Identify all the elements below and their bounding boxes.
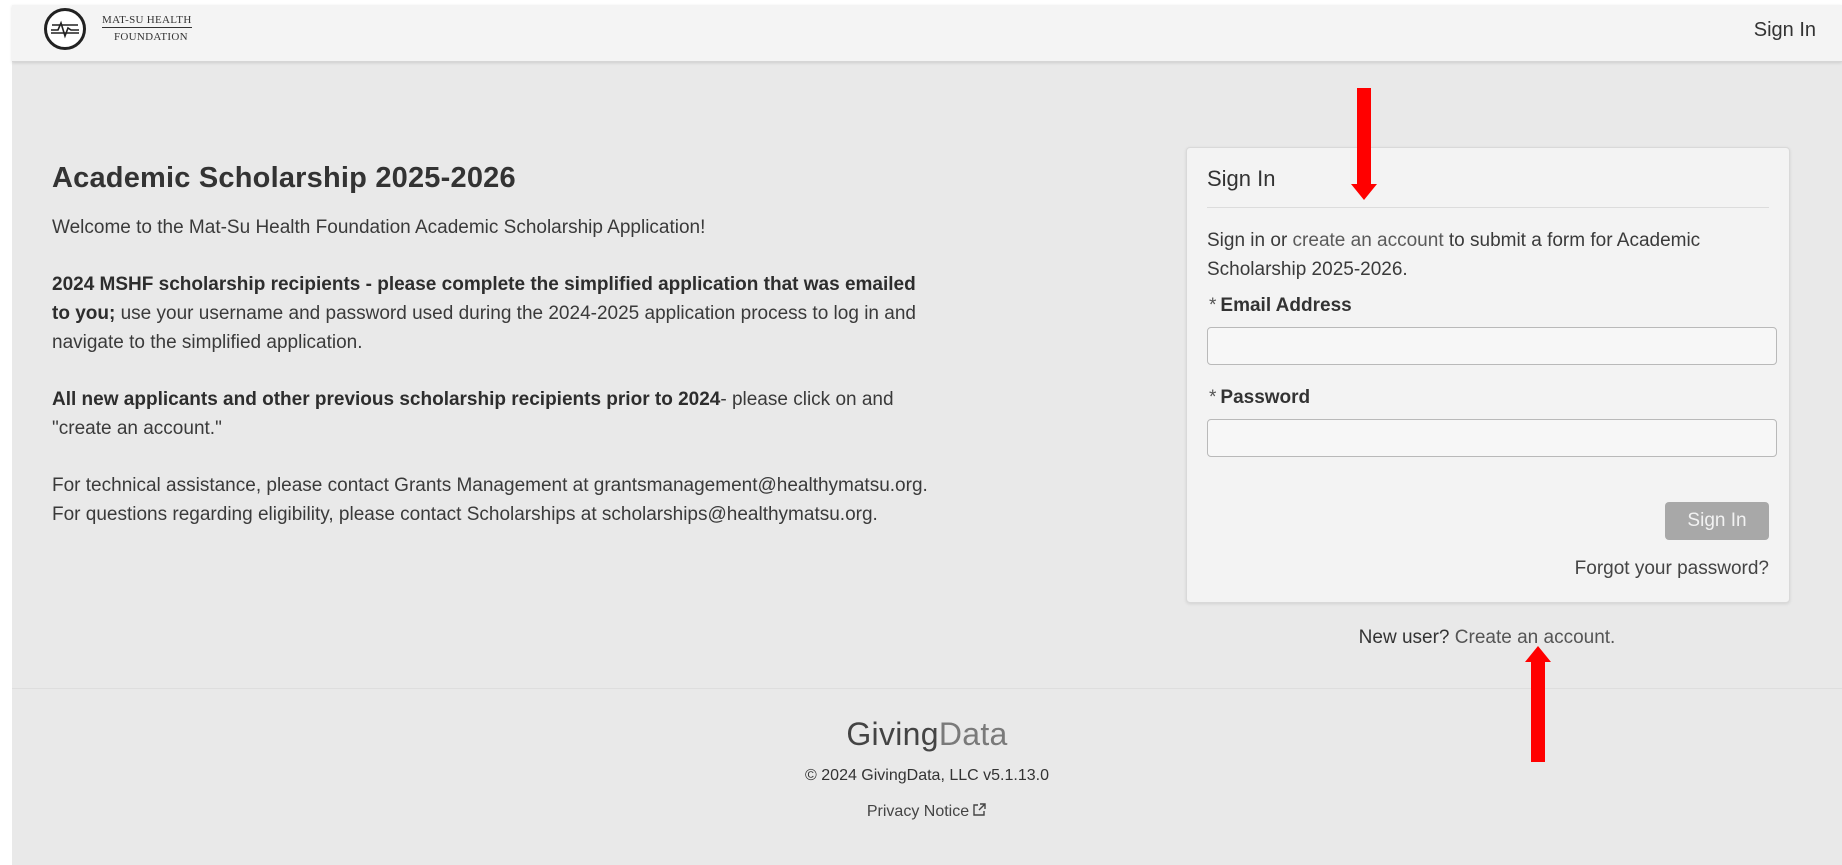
new-applicants-bold: All new applicants and other previous sc… <box>52 389 721 410</box>
logo-data-text: Data <box>938 716 1008 752</box>
welcome-text: Welcome to the Mat-Su Health Foundation … <box>52 217 706 238</box>
sign-in-card-title: Sign In <box>1207 166 1276 191</box>
password-field[interactable] <box>1207 419 1777 457</box>
password-label: * Password <box>1209 387 1310 409</box>
returning-recipients-paragraph: 2024 MSHF scholarship recipients - pleas… <box>52 270 932 357</box>
logo-text-line1: MAT-SU HEALTH <box>102 14 192 28</box>
mat-su-health-foundation-logo[interactable]: MAT-SU HEALTH FOUNDATION <box>44 8 214 56</box>
annotation-arrow-up-icon <box>1525 646 1551 762</box>
footer-copyright: © 2024 GivingData, LLC v5.1.13.0 <box>805 767 1049 784</box>
logo-text-line2: FOUNDATION <box>114 31 188 43</box>
footer-divider <box>12 688 1842 689</box>
sign-in-instructions: Sign in or create an account to submit a… <box>1207 226 1777 284</box>
intro-section: Academic Scholarship 2025-2026 Welcome t… <box>52 162 932 529</box>
instructions-prefix: Sign in or <box>1207 230 1293 251</box>
new-user-prefix: New user? <box>1358 627 1455 648</box>
card-divider <box>1207 207 1769 208</box>
assistance-paragraph: For technical assistance, please contact… <box>52 475 928 525</box>
page-frame: MAT-SU HEALTH FOUNDATION Sign In Academi… <box>12 5 1842 865</box>
new-applicants-paragraph: All new applicants and other previous sc… <box>52 385 932 443</box>
create-account-link[interactable]: Create an account. <box>1455 627 1616 648</box>
email-field[interactable] <box>1207 327 1777 365</box>
password-label-text: Password <box>1220 387 1311 408</box>
create-account-inline-link[interactable]: create an account <box>1293 230 1444 251</box>
sign-in-card: Sign In Sign in or create an account to … <box>1186 147 1790 603</box>
top-header: MAT-SU HEALTH FOUNDATION Sign In <box>12 5 1842 62</box>
sign-in-button[interactable]: Sign In <box>1665 502 1769 540</box>
returning-recipients-rest: use your username and password used duri… <box>52 303 916 353</box>
required-marker: * <box>1209 295 1217 316</box>
external-link-icon <box>973 803 986 816</box>
new-user-line: New user? Create an account. <box>1187 627 1787 649</box>
givingdata-logo[interactable]: GivingData <box>12 716 1842 753</box>
privacy-notice-text[interactable]: Privacy Notice <box>867 803 969 820</box>
email-label: * Email Address <box>1209 295 1352 317</box>
header-sign-in-link[interactable]: Sign In <box>1754 19 1816 42</box>
forgot-password-link[interactable]: Forgot your password? <box>1575 558 1769 580</box>
required-marker: * <box>1209 387 1217 408</box>
annotation-arrow-down-icon <box>1351 88 1377 200</box>
email-label-text: Email Address <box>1220 295 1352 316</box>
page-title: Academic Scholarship 2025-2026 <box>52 162 516 194</box>
logo-circle-icon <box>44 8 86 50</box>
privacy-notice-link[interactable]: Privacy Notice <box>12 802 1842 821</box>
logo-giving-text: Giving <box>846 716 939 752</box>
